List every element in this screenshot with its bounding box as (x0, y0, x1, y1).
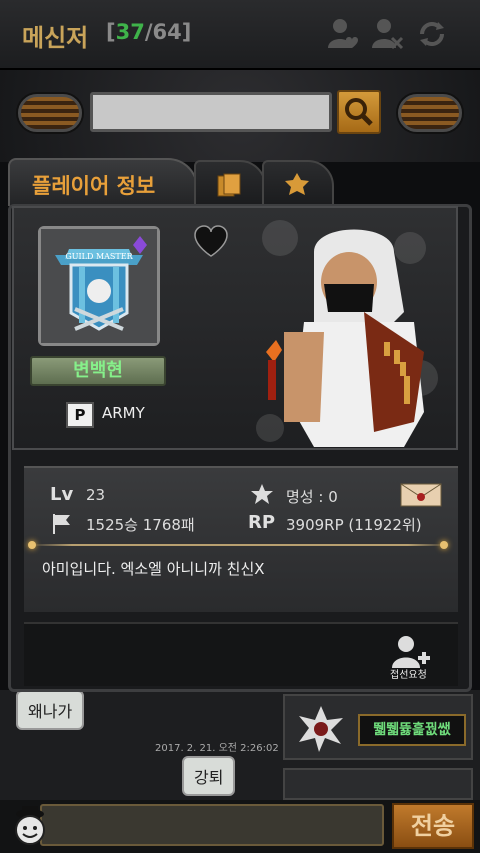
badge-icon (285, 173, 309, 195)
win-loss-record: 1525승 1768패 (86, 516, 195, 534)
count-open: [ (106, 20, 116, 44)
stats-divider (30, 544, 450, 546)
search-icon (345, 98, 373, 126)
page-title: 메신저 (22, 24, 89, 52)
gem-icon (133, 236, 147, 254)
clan-badge: P (66, 402, 94, 428)
mail-icon[interactable] (400, 483, 442, 507)
chat-timestamp: 2017. 2. 21. 오전 2:26:02 (155, 743, 279, 754)
fame-value: 명성 : 0 (286, 488, 338, 506)
top-bar: 메신저 [37/64] (0, 0, 480, 70)
left-lamp-icon (18, 94, 82, 132)
count-close: ] (181, 20, 192, 44)
friend-count: [37/64] (106, 20, 191, 44)
tab-player-info[interactable]: 플레이어 정보 (8, 158, 198, 206)
rp-value: 3909RP (11922위) (286, 516, 422, 534)
chat-name-tag: 뛟뛟뜛흝꿦쌦 (358, 714, 466, 746)
tab-badge[interactable] (262, 160, 334, 206)
heart-icon[interactable] (193, 224, 229, 258)
friend-block-icon[interactable] (370, 16, 406, 52)
emoticon-icon[interactable] (10, 804, 50, 848)
search-input[interactable] (90, 92, 332, 132)
count-total: 64 (152, 20, 182, 44)
splatter-icon (299, 706, 343, 752)
flag-icon (53, 514, 70, 534)
rp-label: RP (248, 512, 276, 533)
divider-dot-right (440, 541, 448, 549)
level-label: Lv (50, 484, 74, 505)
refresh-icon[interactable] (414, 16, 450, 52)
player-info-tabs: 플레이어 정보 (8, 158, 472, 206)
player-character-icon (266, 229, 424, 447)
level-value: 23 (86, 486, 106, 504)
player-name: 변백현 (30, 356, 166, 386)
count-sep: / (144, 20, 153, 44)
search-button[interactable] (337, 90, 381, 134)
chat-bubble-right: 강퇴 (182, 756, 236, 796)
divider-dot-left (28, 541, 36, 549)
chat-bubble-left: 왜나가 (16, 690, 85, 730)
right-lamp-icon (398, 94, 462, 132)
count-current: 37 (115, 20, 145, 44)
friend-love-icon[interactable] (326, 16, 362, 52)
tab-player-info-label: 플레이어 정보 (32, 174, 156, 198)
clan-name: ARMY (102, 404, 145, 422)
message-input[interactable] (40, 804, 384, 846)
tab-card[interactable] (194, 160, 266, 206)
card-icon (217, 173, 241, 197)
star-icon (251, 484, 273, 504)
friend-request-label: 접선요청 (390, 670, 427, 681)
add-friend-icon (392, 636, 430, 668)
search-row (0, 70, 480, 162)
player-intro: 아미입니다. 엑소엘 아니니까 친신X (42, 560, 265, 578)
emblem-text: GUILD MASTER (65, 252, 133, 261)
send-button[interactable]: 전송 (392, 803, 474, 849)
chat-card-2[interactable] (283, 768, 473, 800)
